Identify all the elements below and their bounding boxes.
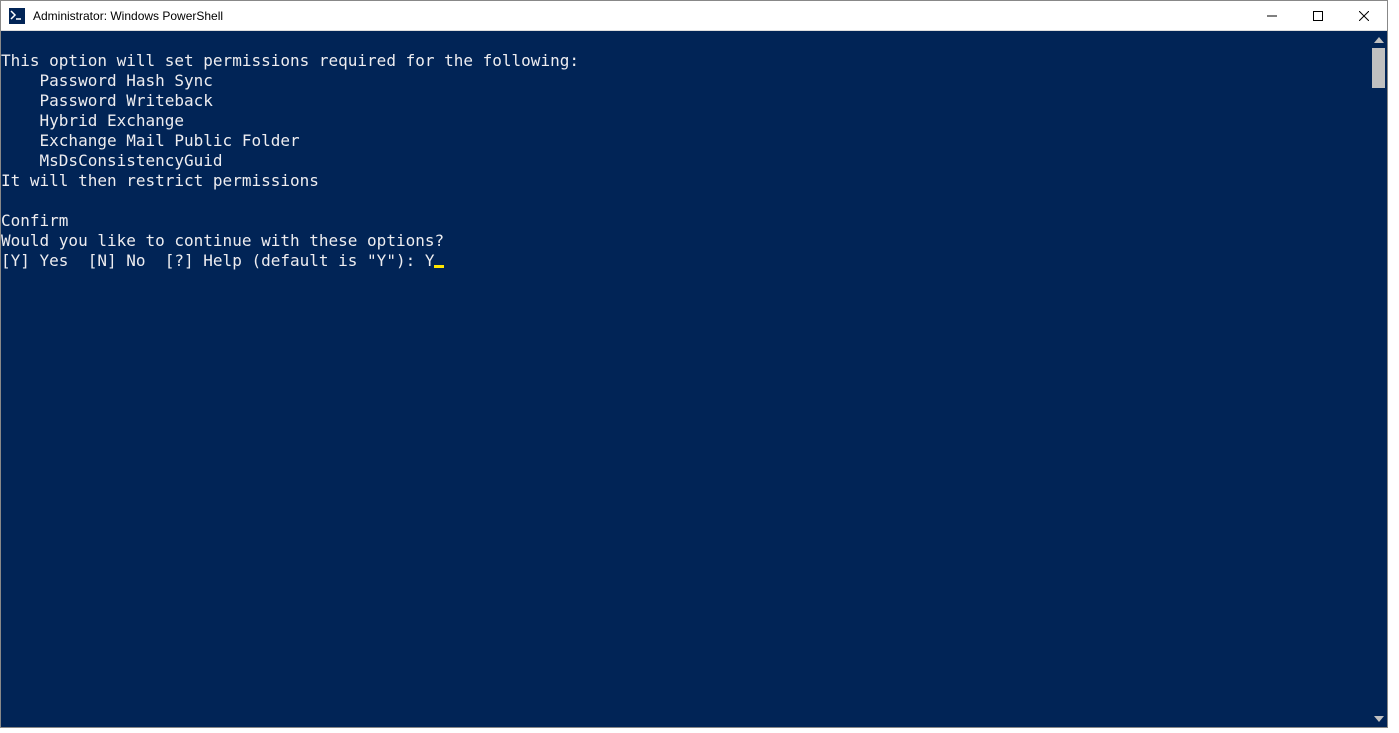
cursor (434, 265, 444, 268)
output-line: Would you like to continue with these op… (1, 231, 444, 250)
output-line: Password Hash Sync (1, 71, 213, 90)
output-line: It will then restrict permissions (1, 171, 319, 190)
window-controls (1249, 1, 1387, 30)
close-button[interactable] (1341, 1, 1387, 30)
powershell-window: Administrator: Windows PowerShell This o… (0, 0, 1388, 728)
user-input: Y (425, 251, 435, 270)
maximize-button[interactable] (1295, 1, 1341, 30)
console-content[interactable]: This option will set permissions require… (1, 31, 1370, 727)
titlebar: Administrator: Windows PowerShell (1, 1, 1387, 31)
scroll-up-arrow[interactable] (1370, 31, 1387, 48)
window-title: Administrator: Windows PowerShell (33, 9, 1249, 23)
prompt-options: [Y] Yes [N] No [?] Help (default is "Y")… (1, 251, 425, 270)
output-line: Confirm (1, 211, 68, 230)
scrollbar[interactable] (1370, 31, 1387, 727)
output-line: MsDsConsistencyGuid (1, 151, 223, 170)
output-line: Hybrid Exchange (1, 111, 184, 130)
minimize-button[interactable] (1249, 1, 1295, 30)
output-line: Exchange Mail Public Folder (1, 131, 300, 150)
output-line: Password Writeback (1, 91, 213, 110)
scroll-down-arrow[interactable] (1370, 710, 1387, 727)
output-line: This option will set permissions require… (1, 51, 579, 70)
scrollbar-thumb[interactable] (1372, 48, 1385, 88)
powershell-icon (9, 8, 25, 24)
console-body: This option will set permissions require… (1, 31, 1387, 727)
